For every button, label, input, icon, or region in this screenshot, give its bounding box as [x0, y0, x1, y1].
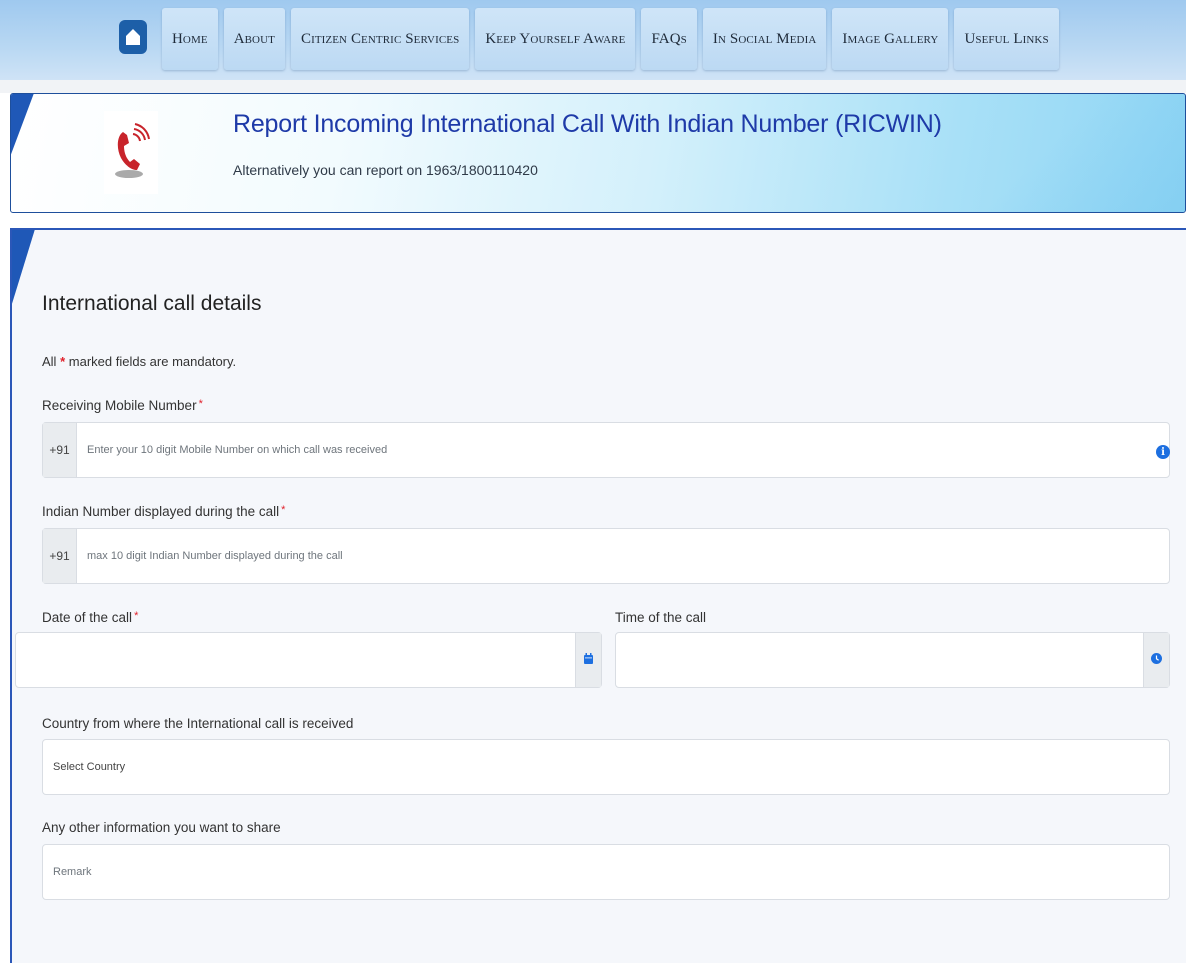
- call-time-label: Time of the call: [615, 610, 706, 625]
- section-title: International call details: [42, 292, 262, 315]
- indian-number-label: Indian Number displayed during the call *: [42, 504, 285, 519]
- country-label-text: Country from where the International cal…: [42, 716, 354, 731]
- call-date-label-text: Date of the call: [42, 610, 133, 625]
- nav-keep-yourself-aware[interactable]: Keep Yourself Aware: [475, 8, 636, 70]
- nav-divider: [0, 80, 1186, 93]
- call-time-group: [615, 632, 1170, 688]
- home-icon: [119, 20, 147, 54]
- banner-corner-accent: [11, 94, 34, 157]
- country-select[interactable]: Select Country: [42, 739, 1170, 795]
- call-date-label: Date of the call *: [42, 610, 138, 625]
- mandatory-note: All * marked fields are mandatory.: [42, 354, 236, 369]
- indian-number-label-text: Indian Number displayed during the call: [42, 504, 280, 519]
- required-star: *: [281, 504, 286, 516]
- clock-button[interactable]: [1143, 633, 1169, 687]
- page-title: Report Incoming International Call With …: [233, 110, 942, 138]
- nav-home[interactable]: Home: [162, 8, 218, 70]
- nav-in-social-media[interactable]: In Social Media: [702, 8, 827, 70]
- required-star: *: [198, 398, 203, 410]
- nav-useful-links[interactable]: Useful Links: [954, 8, 1059, 70]
- country-code-prefix: +91: [43, 423, 77, 477]
- indian-number-group: +91: [42, 528, 1170, 584]
- call-time-input[interactable]: [616, 633, 1143, 687]
- remark-input[interactable]: [43, 845, 1169, 899]
- form-corner-accent: [12, 230, 35, 307]
- remark-group: [42, 844, 1170, 900]
- receiving-mobile-label-text: Receiving Mobile Number: [42, 398, 197, 413]
- required-star: *: [134, 610, 139, 622]
- country-label: Country from where the International cal…: [42, 716, 353, 731]
- home-logo[interactable]: [112, 8, 154, 66]
- nav-faqs[interactable]: FAQs: [641, 8, 697, 70]
- call-date-input[interactable]: [16, 633, 575, 687]
- receiving-mobile-label: Receiving Mobile Number *: [42, 398, 203, 413]
- remark-label: Any other information you want to share: [42, 820, 281, 835]
- call-time-label-text: Time of the call: [615, 610, 707, 625]
- clock-icon: [1151, 651, 1162, 669]
- top-navbar: Home About Citizen Centric Services Keep…: [0, 0, 1186, 80]
- mandatory-prefix: All: [42, 354, 57, 369]
- phone-ringing-icon: [104, 111, 158, 194]
- nav-about[interactable]: About: [223, 8, 285, 70]
- calendar-button[interactable]: [575, 633, 601, 687]
- info-icon[interactable]: i: [1156, 445, 1170, 459]
- country-code-prefix: +91: [43, 529, 77, 583]
- nav-image-gallery[interactable]: Image Gallery: [832, 8, 949, 70]
- receiving-mobile-group: +91: [42, 422, 1170, 478]
- indian-number-input[interactable]: [77, 529, 1169, 583]
- page-banner: Report Incoming International Call With …: [10, 93, 1186, 213]
- nav-menu: Home About Citizen Centric Services Keep…: [112, 8, 1065, 70]
- nav-citizen-centric-services[interactable]: Citizen Centric Services: [290, 8, 470, 70]
- remark-label-text: Any other information you want to share: [42, 820, 281, 835]
- mandatory-suffix: marked fields are mandatory.: [68, 354, 237, 369]
- receiving-mobile-input[interactable]: [77, 423, 1169, 477]
- calendar-icon: [584, 651, 593, 669]
- call-date-group: [15, 632, 602, 688]
- country-select-value: Select Country: [53, 761, 126, 773]
- banner-shade: [965, 94, 1185, 212]
- page-subtitle: Alternatively you can report on 1963/180…: [233, 162, 538, 178]
- call-details-form: International call details All * marked …: [10, 228, 1186, 963]
- required-star: *: [60, 354, 66, 369]
